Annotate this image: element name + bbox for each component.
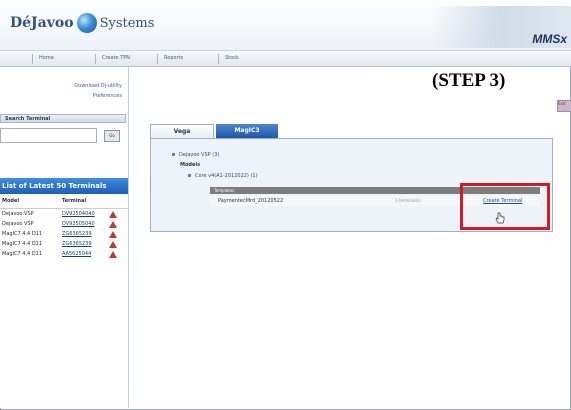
terminals-table: Model Terminal Dejavoo VSP DV92504040 De… — [0, 198, 128, 259]
tree-models-label: Models — [180, 162, 201, 168]
table-row: Dejavoo VSP DV92505040 — [0, 219, 128, 229]
row-model: MagIC7 4.4 D11 — [2, 251, 43, 257]
app-header: DéJavoo Systems MMSx — [0, 0, 571, 51]
table-row: MagIC7 4.4 D11 AA5625044 — [0, 249, 128, 259]
nav-item-home[interactable]: Home — [32, 54, 54, 64]
nav-item-stock[interactable]: Stock — [218, 54, 239, 64]
step-highlight-box — [460, 183, 550, 230]
column-header-terminal: Terminal — [62, 198, 87, 204]
row-model: Dejavoo VSP — [2, 221, 34, 227]
table-row: Dejavoo VSP DV92504040 — [0, 209, 128, 219]
row-terminal-link[interactable]: ZG6365239 — [62, 241, 107, 247]
sidebar: Download Dj-utility Preferences Search T… — [0, 67, 129, 408]
warning-icon[interactable] — [109, 220, 117, 228]
exit-button-partial[interactable]: Exit — [557, 100, 571, 112]
search-go-button[interactable]: Go — [104, 130, 120, 142]
warning-icon[interactable] — [109, 240, 117, 248]
tree-device-label: Dejavoo VSP (3) — [179, 152, 220, 158]
nav-item-create-tpn[interactable]: Create TPN — [95, 54, 130, 64]
nav-item-reports[interactable]: Reports — [157, 54, 183, 64]
tab-magic3[interactable]: MagIC3 — [216, 124, 278, 138]
row-model: MagIC7 4.4 D11 — [2, 241, 43, 247]
table-row: MagIC7 4.4 D11 ZG6365239 — [0, 239, 128, 249]
column-header-model: Model — [2, 198, 20, 204]
row-terminal-link[interactable]: ZG6365239 — [62, 231, 107, 237]
row-terminal-link[interactable]: DV92504040 — [62, 211, 107, 217]
step-annotation: (STEP 3) — [432, 70, 506, 91]
tree-device-node[interactable]: Dejavoo VSP (3) — [172, 152, 219, 158]
logo-right-text: Systems — [99, 15, 155, 31]
device-tabs: Vega MagIC3 — [150, 124, 278, 138]
warning-icon[interactable] — [109, 210, 117, 218]
table-header-row: Model Terminal — [0, 198, 128, 209]
latest-terminals-header: List of Latest 50 Terminals — [0, 178, 128, 194]
search-terminal-input[interactable] — [0, 128, 97, 143]
preferences-link[interactable]: Preferences — [93, 93, 122, 99]
logo-left-text: DéJavoo — [10, 15, 74, 31]
tree-branch-label: Core v4(A1-2012022) (1) — [195, 173, 258, 179]
download-utility-link[interactable]: Download Dj-utility — [74, 83, 122, 89]
row-terminal-link[interactable]: DV92505040 — [62, 221, 107, 227]
warning-icon[interactable] — [109, 230, 117, 238]
logo: DéJavoo Systems — [10, 13, 154, 33]
globe-icon — [76, 13, 97, 33]
template-meta: 1 terminal(s) — [395, 198, 421, 203]
tree-bullet-icon — [188, 174, 191, 177]
row-terminal-link[interactable]: AA5625044 — [62, 251, 107, 257]
row-model: MagIC7 4.4 D11 — [2, 231, 43, 237]
brand-label: MMSx — [532, 32, 567, 46]
table-row: MagIC7 4.4 D11 ZG6365239 — [0, 229, 128, 239]
row-model: Dejavoo VSP — [2, 211, 34, 217]
tab-vega[interactable]: Vega — [150, 124, 214, 138]
warning-icon[interactable] — [109, 250, 117, 258]
tree-bullet-icon — [172, 153, 175, 156]
search-terminal-title: Search Terminal — [0, 114, 126, 123]
main-nav: Home Create TPN Reports Stock — [0, 51, 571, 67]
tree-branch-node[interactable]: Core v4(A1-2012022) (1) — [188, 173, 258, 179]
